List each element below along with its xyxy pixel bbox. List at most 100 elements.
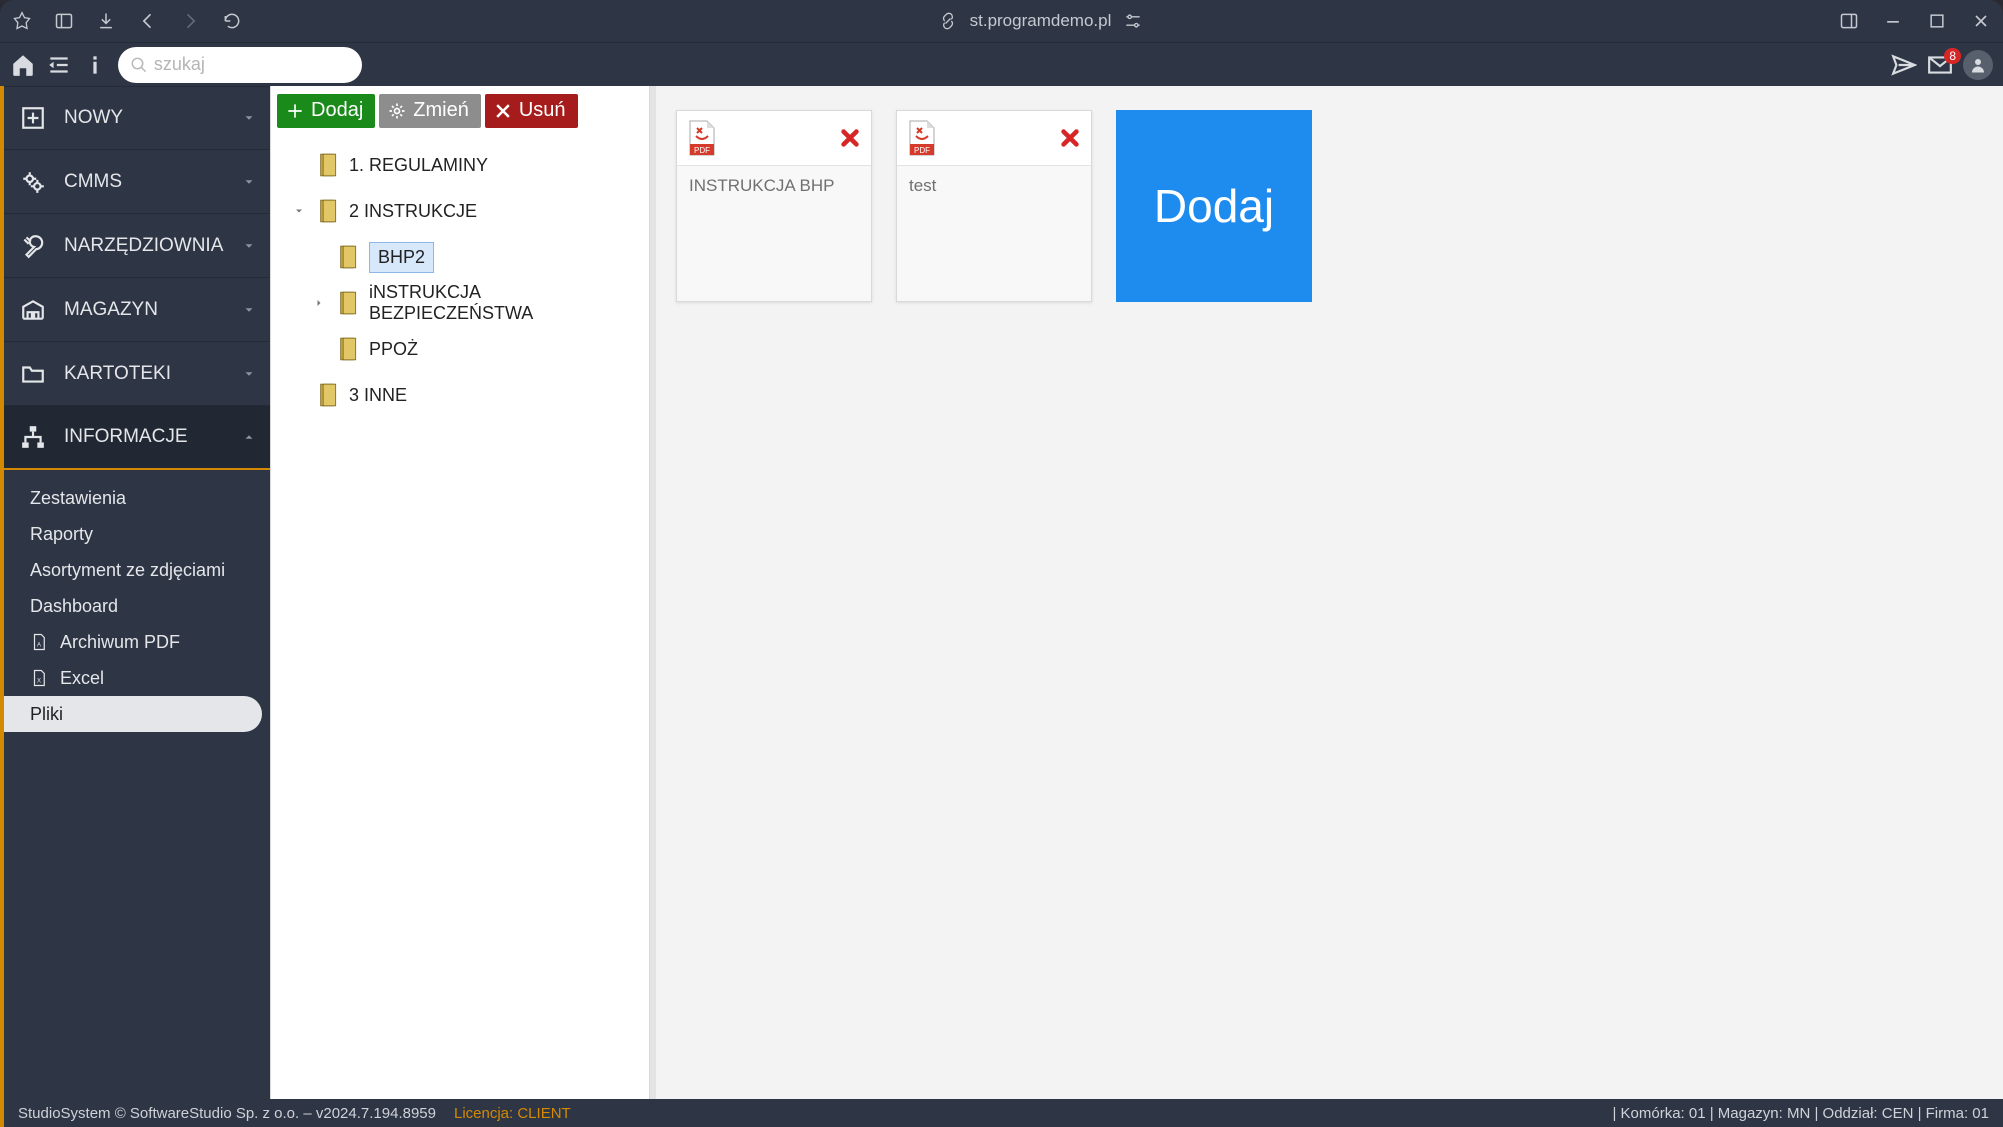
sub-raporty[interactable]: Raporty: [4, 516, 270, 552]
chrome-left: [12, 11, 242, 31]
nav-label: NOWY: [64, 107, 123, 129]
tree-label: 3 INNE: [349, 385, 407, 406]
sitemap-icon: [20, 424, 46, 450]
chevron-down-icon: [242, 367, 256, 381]
sub-zestawienia[interactable]: Zestawienia: [4, 480, 270, 516]
tree-panel: Dodaj Zmień Usuń 1. REGULAMINY 2 INSTRUK…: [270, 86, 650, 1099]
plus-box-icon: [20, 105, 46, 131]
nav-narzedziownia[interactable]: NARZĘDZIOWNIA: [4, 214, 270, 278]
address-bar[interactable]: st.programdemo.pl: [260, 11, 1821, 31]
tree-label: 2 INSTRUKCJE: [349, 201, 477, 222]
nav-magazyn[interactable]: MAGAZYN: [4, 278, 270, 342]
nav-label: INFORMACJE: [64, 426, 188, 448]
browser-menu-icon[interactable]: [12, 11, 32, 31]
sub-label: Pliki: [30, 704, 63, 725]
collapse-icon: [293, 205, 305, 217]
sidebar: NOWY CMMS NARZĘDZIOWNIA MAGAZYN KARTOTEK…: [4, 86, 270, 1099]
file-name: INSTRUKCJA BHP: [677, 166, 871, 206]
btn-label: Dodaj: [311, 99, 363, 122]
sub-dashboard[interactable]: Dashboard: [4, 588, 270, 624]
user-avatar[interactable]: [1963, 50, 1993, 80]
svg-text:X: X: [37, 679, 41, 685]
status-license: Licencja: CLIENT: [454, 1105, 571, 1122]
tree-toolbar: Dodaj Zmień Usuń: [271, 86, 649, 142]
minimize-icon[interactable]: [1883, 11, 1903, 31]
tree-node-regulaminy[interactable]: 1. REGULAMINY: [271, 142, 649, 188]
maximize-icon[interactable]: [1927, 11, 1947, 31]
file-card[interactable]: test: [896, 110, 1092, 302]
status-bar: StudioSystem © SoftwareStudio Sp. z o.o.…: [0, 1099, 2003, 1127]
tune-icon[interactable]: [1123, 11, 1143, 31]
sub-pliki[interactable]: Pliki: [4, 696, 262, 732]
tree-node-inne[interactable]: 3 INNE: [271, 372, 649, 418]
mail-badge: 8: [1944, 48, 1961, 64]
expand-icon: [313, 297, 325, 309]
nav-cmms[interactable]: CMMS: [4, 150, 270, 214]
send-icon[interactable]: [1891, 52, 1917, 78]
sidebar-toggle-icon[interactable]: [54, 11, 74, 31]
panel-right-icon[interactable]: [1839, 11, 1859, 31]
user-icon: [1969, 56, 1987, 74]
search-input[interactable]: [154, 54, 350, 75]
file-card[interactable]: INSTRUKCJA BHP: [676, 110, 872, 302]
chevron-down-icon: [242, 175, 256, 189]
chevron-down-icon: [242, 303, 256, 317]
gears-icon: [20, 169, 46, 195]
status-right: | Komórka: 01 | Magazyn: MN | Oddział: C…: [1612, 1105, 1989, 1122]
btn-label: Usuń: [519, 99, 566, 122]
sub-label: Zestawienia: [30, 488, 126, 509]
svg-text:A: A: [37, 643, 41, 649]
browser-chrome: st.programdemo.pl: [0, 0, 2003, 42]
tree-node-ppoz[interactable]: PPOŻ: [271, 326, 649, 372]
reload-icon[interactable]: [222, 11, 242, 31]
tree-label: BHP2: [369, 242, 434, 273]
file-pdf-icon: A: [30, 633, 48, 651]
nav-nowy[interactable]: NOWY: [4, 86, 270, 150]
link-icon: [938, 11, 958, 31]
file-card-head: [897, 111, 1091, 166]
nav-informacje[interactable]: INFORMACJE: [4, 406, 270, 470]
download-icon[interactable]: [96, 11, 116, 31]
delete-file-icon[interactable]: [839, 127, 861, 149]
tools-icon: [20, 233, 46, 259]
app-body: NOWY CMMS NARZĘDZIOWNIA MAGAZYN KARTOTEK…: [0, 86, 2003, 1099]
info-icon[interactable]: [82, 52, 108, 78]
app-toolbar: 8: [0, 42, 2003, 86]
home-icon[interactable]: [10, 52, 36, 78]
add-tile-label: Dodaj: [1154, 179, 1274, 233]
warehouse-icon: [20, 297, 46, 323]
sub-label: Dashboard: [30, 596, 118, 617]
close-window-icon[interactable]: [1971, 11, 1991, 31]
add-button[interactable]: Dodaj: [277, 94, 375, 128]
outdent-icon[interactable]: [46, 52, 72, 78]
sub-asortyment[interactable]: Asortyment ze zdjęciami: [4, 552, 270, 588]
delete-button[interactable]: Usuń: [485, 94, 578, 128]
chevron-down-icon: [242, 239, 256, 253]
folder-icon: [339, 244, 359, 270]
back-icon[interactable]: [138, 11, 158, 31]
chevron-up-icon: [242, 430, 256, 444]
edit-button[interactable]: Zmień: [379, 94, 481, 128]
sub-label: Raporty: [30, 524, 93, 545]
nav-kartoteki[interactable]: KARTOTEKI: [4, 342, 270, 406]
nav-label: NARZĘDZIOWNIA: [64, 235, 223, 257]
nav-label: MAGAZYN: [64, 299, 158, 321]
sub-archiwum[interactable]: A Archiwum PDF: [4, 624, 270, 660]
sub-label: Archiwum PDF: [60, 632, 180, 653]
forward-icon[interactable]: [180, 11, 200, 31]
add-file-tile[interactable]: Dodaj: [1116, 110, 1312, 302]
search-icon: [130, 55, 148, 75]
folder-icon: [319, 152, 339, 178]
delete-file-icon[interactable]: [1059, 127, 1081, 149]
tree-label: 1. REGULAMINY: [349, 155, 488, 176]
tree-node-instrukcje[interactable]: 2 INSTRUKCJE: [271, 188, 649, 234]
tree-node-instrukcja-bezp[interactable]: iNSTRUKCJA BEZPIECZEŃSTWA: [271, 280, 649, 326]
folder-icon: [319, 382, 339, 408]
pdf-icon: [687, 120, 717, 156]
mail-button[interactable]: 8: [1927, 52, 1953, 78]
sub-excel[interactable]: X Excel: [4, 660, 270, 696]
search-box[interactable]: [118, 47, 362, 83]
tree-node-bhp2[interactable]: BHP2: [271, 234, 649, 280]
plus-icon: [285, 101, 305, 121]
btn-label: Zmień: [413, 99, 469, 122]
